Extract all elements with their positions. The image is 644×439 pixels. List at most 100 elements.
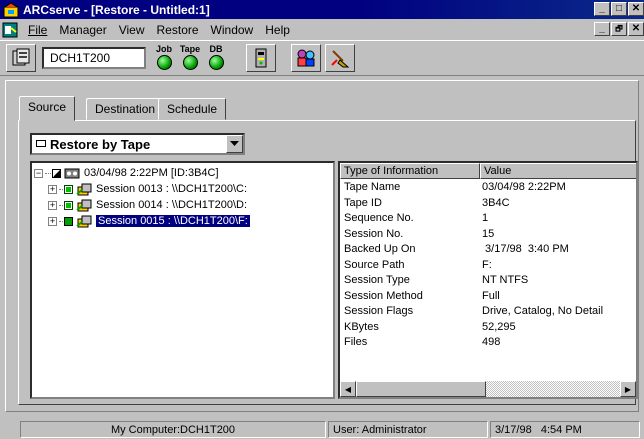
info-value: 03/04/98 2:22PM bbox=[482, 181, 566, 193]
info-key: KBytes bbox=[344, 320, 379, 333]
db-status-label: DB bbox=[209, 44, 223, 54]
session-icon bbox=[76, 199, 92, 211]
broom-icon bbox=[331, 50, 350, 68]
info-key: Session No. bbox=[344, 227, 404, 240]
session-checkbox[interactable] bbox=[64, 200, 73, 210]
info-row[interactable]: Tape ID 3B4C bbox=[340, 196, 636, 211]
database-users-icon bbox=[297, 49, 315, 67]
info-value: F: bbox=[482, 258, 492, 271]
info-key: Backed Up On bbox=[344, 243, 416, 255]
status-bar: My Computer:DCH1T200 User: Administrator… bbox=[0, 420, 644, 439]
tree-root-tape[interactable]: − 03/04/98 2:22PM [ID:3B4C] bbox=[34, 166, 219, 180]
info-value: 3B4C bbox=[482, 196, 510, 209]
tree-session-0014[interactable]: + Session 0014 : \\DCH1T200\D: bbox=[48, 198, 247, 212]
document-system-menu-icon[interactable] bbox=[2, 22, 18, 38]
window-controls: _ □ ✕ bbox=[593, 2, 644, 16]
menu-file[interactable]: File bbox=[22, 23, 53, 37]
selected-session-label: Session 0015 : \\DCH1T200\F: bbox=[95, 214, 251, 228]
info-value: 498 bbox=[482, 336, 501, 348]
menu-view[interactable]: View bbox=[113, 23, 151, 37]
info-key: Tape Name bbox=[344, 181, 401, 193]
maximize-button[interactable]: □ bbox=[611, 2, 627, 16]
session-icon bbox=[76, 215, 92, 227]
info-key: Files bbox=[344, 336, 368, 348]
menu-window[interactable]: Window bbox=[205, 23, 260, 37]
doc-close-button[interactable]: ✕ bbox=[628, 22, 644, 36]
doc-restore-button[interactable]: 🗗 bbox=[611, 22, 627, 36]
tape-status: Tape bbox=[179, 44, 201, 70]
tab-schedule[interactable]: Schedule bbox=[158, 98, 227, 120]
column-header-value[interactable]: Value bbox=[480, 163, 636, 179]
expand-icon[interactable]: + bbox=[48, 184, 57, 194]
expand-icon[interactable]: + bbox=[48, 216, 57, 226]
db-status-light-icon bbox=[208, 55, 224, 70]
close-button[interactable]: ✕ bbox=[628, 2, 644, 16]
session-checkbox[interactable] bbox=[64, 216, 73, 226]
info-row[interactable]: Source Path F: bbox=[340, 258, 636, 273]
session-checkbox[interactable] bbox=[64, 184, 73, 194]
restore-mode-select[interactable]: Restore by Tape bbox=[30, 133, 245, 155]
info-key: Tape ID bbox=[344, 196, 382, 209]
info-row[interactable]: Session No. 15 bbox=[340, 227, 636, 242]
chevron-down-icon[interactable] bbox=[226, 135, 243, 153]
tree-root-label: 03/04/98 2:22PM [ID:3B4C] bbox=[84, 167, 219, 179]
tape-status-label: Tape bbox=[179, 44, 201, 54]
expand-icon[interactable]: + bbox=[48, 200, 57, 210]
info-value: 15 bbox=[482, 227, 495, 240]
tab-source[interactable]: Source bbox=[19, 96, 76, 121]
collapse-icon[interactable]: − bbox=[34, 168, 43, 178]
info-key: Source Path bbox=[344, 258, 405, 271]
media-tools-button[interactable] bbox=[325, 44, 355, 72]
status-datetime: 3/17/98 4:54 PM bbox=[490, 421, 640, 438]
info-value: NT NTFS bbox=[482, 274, 529, 286]
status-lights: Job Tape DB bbox=[150, 43, 236, 73]
tree-session-0013[interactable]: + Session 0013 : \\DCH1T200\C: bbox=[48, 182, 247, 196]
session-icon bbox=[76, 183, 92, 195]
database-button[interactable] bbox=[291, 44, 321, 72]
scroll-right-icon[interactable]: ▶ bbox=[620, 381, 636, 397]
status-computer: My Computer:DCH1T200 bbox=[20, 421, 326, 438]
toolbar: DCH1T200 Job Tape DB bbox=[0, 40, 644, 76]
info-row[interactable]: Tape Name 03/04/98 2:22PM bbox=[340, 180, 636, 195]
info-value: 52,295 bbox=[482, 320, 516, 333]
tab-destination[interactable]: Destination bbox=[86, 98, 165, 120]
title-bar: ARCserve - [Restore - Untitled:1] _ □ ✕ bbox=[0, 0, 644, 19]
session-label: Session 0014 : \\DCH1T200\D: bbox=[96, 199, 248, 211]
tape-status-light-icon bbox=[182, 55, 198, 70]
info-row[interactable]: Session Type NT NTFS bbox=[340, 273, 636, 288]
menu-restore[interactable]: Restore bbox=[151, 23, 205, 37]
job-status-label: Job bbox=[155, 44, 172, 54]
scroll-thumb[interactable] bbox=[356, 381, 486, 397]
info-row[interactable]: KBytes 52,295 bbox=[340, 320, 636, 335]
tape-drive-icon bbox=[255, 48, 267, 68]
info-value: Full bbox=[482, 289, 500, 302]
session-tree[interactable]: − 03/04/98 2:22PM [ID:3B4C] + Session 00… bbox=[30, 161, 335, 399]
info-row[interactable]: Session Method Full bbox=[340, 289, 636, 304]
info-key: Session Type bbox=[344, 274, 410, 286]
doc-minimize-button[interactable]: _ bbox=[594, 22, 610, 36]
menu-help[interactable]: Help bbox=[259, 23, 296, 37]
horizontal-scrollbar[interactable]: ◀ ▶ bbox=[340, 381, 636, 397]
info-value: 1 bbox=[482, 212, 489, 224]
info-key: Session Method bbox=[344, 289, 423, 302]
menu-manager[interactable]: Manager bbox=[53, 23, 112, 37]
partial-checkbox[interactable] bbox=[52, 168, 61, 178]
tape-mode-icon bbox=[36, 139, 46, 147]
arcserve-app-icon[interactable] bbox=[3, 1, 19, 18]
db-status: DB bbox=[205, 44, 227, 70]
server-browser-button[interactable] bbox=[6, 44, 36, 72]
info-row[interactable]: Sequence No. 1 bbox=[340, 211, 636, 226]
tree-session-0015[interactable]: + Session 0015 : \\DCH1T200\F: bbox=[48, 214, 251, 228]
minimize-button[interactable]: _ bbox=[594, 2, 610, 16]
info-row[interactable]: Session Flags Drive, Catalog, No Detail bbox=[340, 304, 636, 319]
job-status-light-icon bbox=[156, 55, 172, 70]
status-user: User: Administrator bbox=[328, 421, 488, 438]
scroll-left-icon[interactable]: ◀ bbox=[340, 381, 356, 397]
info-key: Session Flags bbox=[344, 305, 414, 317]
column-header-type[interactable]: Type of Information bbox=[340, 163, 480, 179]
info-row[interactable]: Files 498 bbox=[340, 335, 636, 350]
restore-mode-value: Restore by Tape bbox=[50, 136, 151, 152]
tape-drive-button[interactable] bbox=[246, 44, 276, 72]
info-row[interactable]: Backed Up On 3/17/98 3:40 PM bbox=[340, 242, 636, 257]
server-name-field[interactable]: DCH1T200 bbox=[42, 47, 146, 69]
